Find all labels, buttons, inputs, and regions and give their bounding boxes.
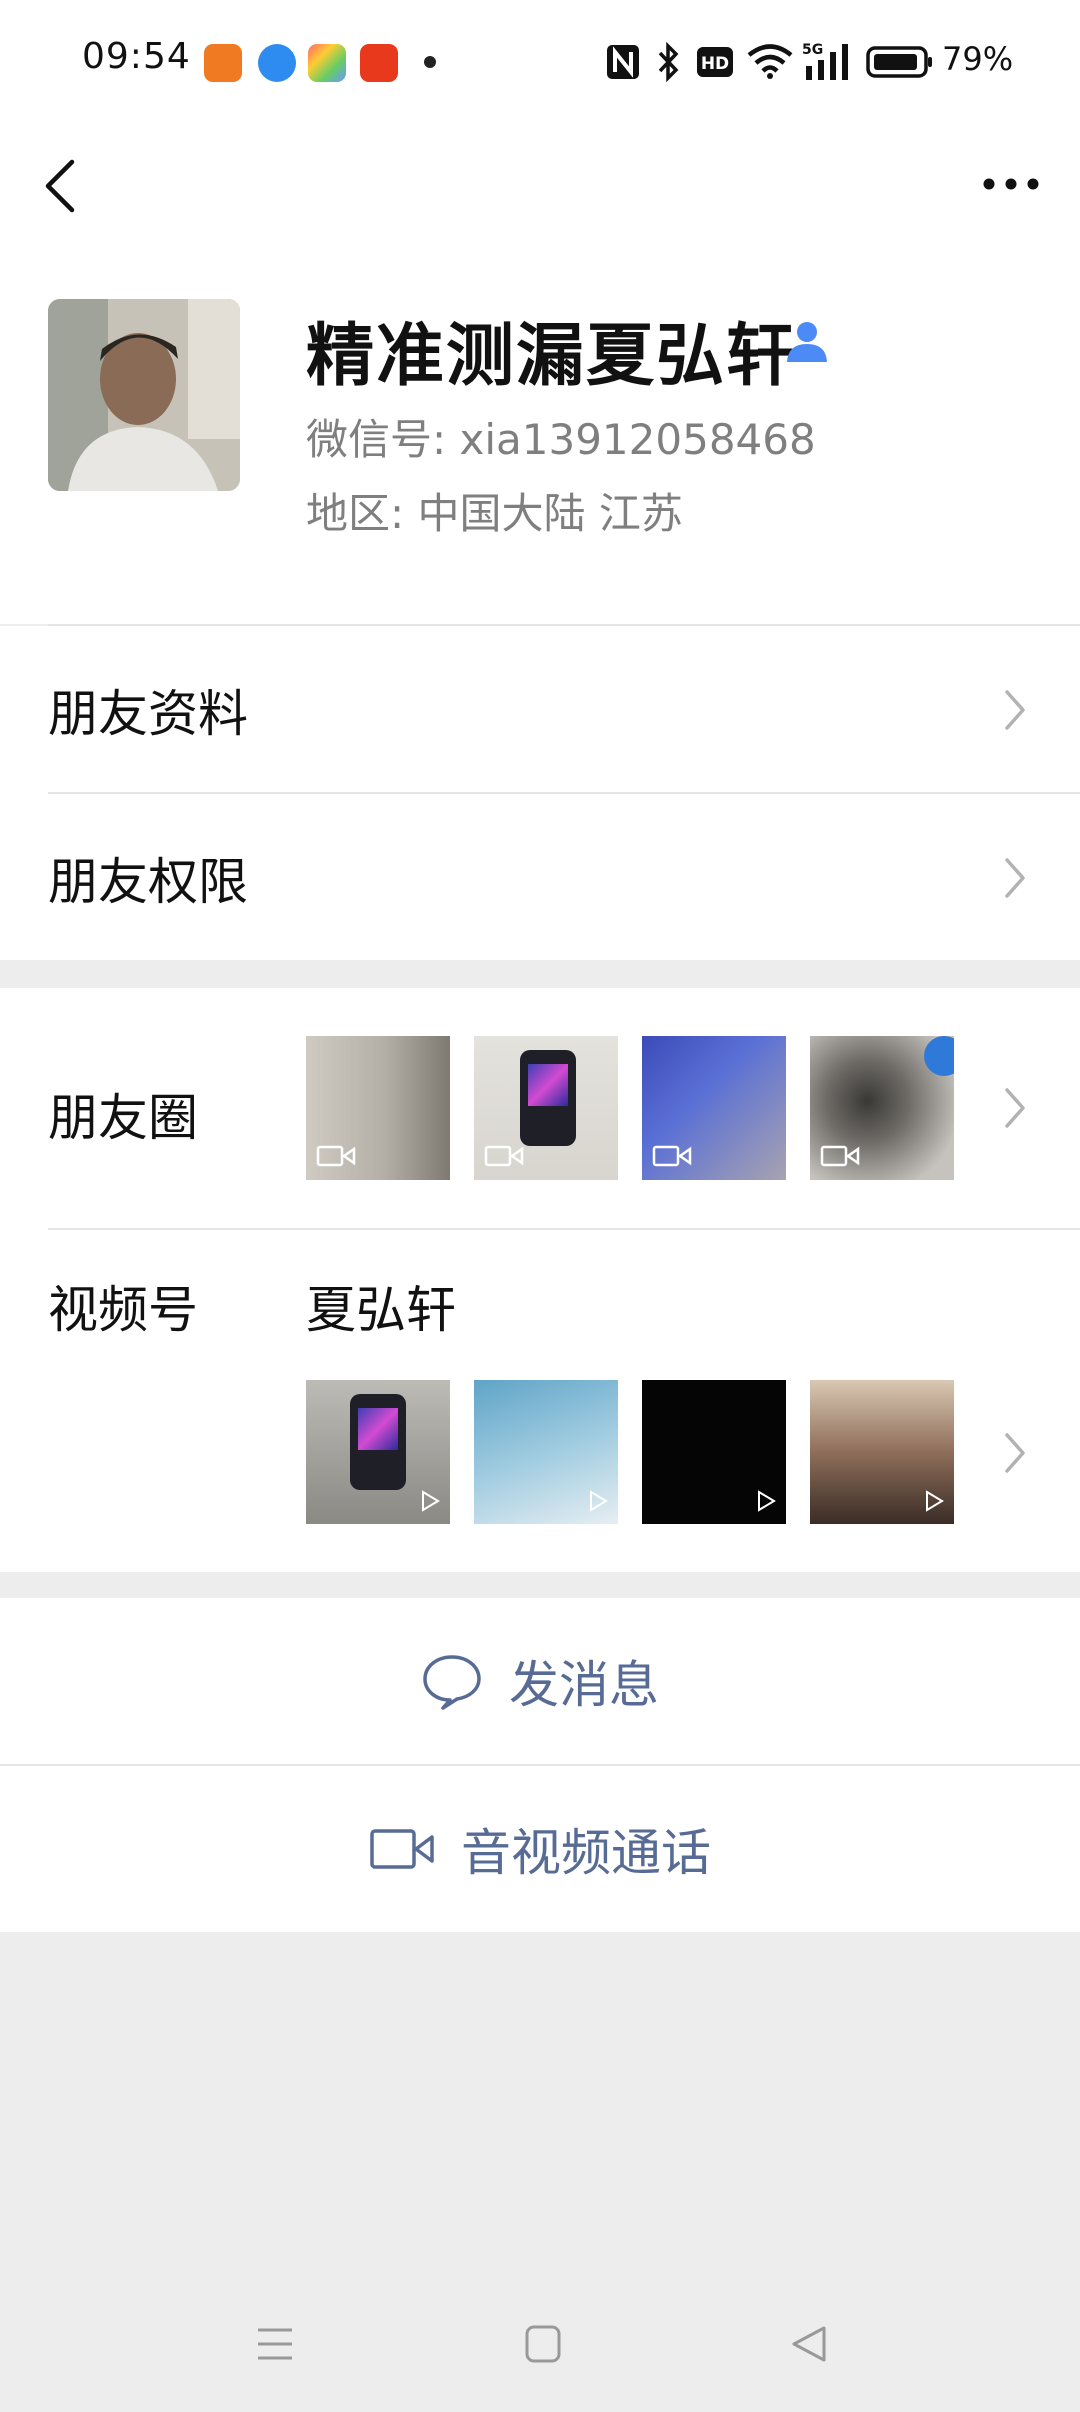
svg-text:5G: 5G [802, 42, 823, 58]
avatar[interactable] [48, 299, 240, 491]
friend-settings-group: 朋友资料 朋友权限 [0, 626, 1080, 960]
moments-thumbnail [306, 1036, 450, 1180]
video-icon [484, 1145, 524, 1167]
channels-label: 视频号 [48, 1281, 198, 1339]
more-options-button[interactable] [976, 164, 1046, 204]
signal-icon: 5G [802, 42, 848, 80]
nfc-icon [607, 45, 639, 79]
video-icon [316, 1145, 356, 1167]
chevron-right-icon [1005, 1433, 1025, 1473]
video-camera-icon [370, 1829, 434, 1869]
channels-row[interactable]: 视频号 夏弘轩 [0, 1230, 1080, 1572]
bluetooth-icon [658, 42, 679, 82]
channels-thumbnail [474, 1380, 618, 1524]
home-icon[interactable] [524, 2324, 562, 2364]
channels-thumbnail [306, 1380, 450, 1524]
region: 地区: 中国大陆 江苏 [306, 489, 683, 538]
more-dots-icon [983, 178, 1039, 190]
video-call-button[interactable]: 音视频通话 [0, 1766, 1080, 1932]
wifi-icon [747, 44, 793, 79]
navigation-bar [0, 124, 1080, 244]
channels-thumbnails [306, 1380, 954, 1524]
battery-percentage: 79% [942, 40, 1014, 78]
contact-profile-page: 09:54 HD 5G 79% 精准测漏夏弘轩 微信号: xia13912058… [0, 0, 1080, 2412]
battery-icon [866, 46, 932, 78]
back-button[interactable] [34, 150, 94, 218]
wechat-id: 微信号: xia13912058468 [306, 415, 816, 464]
avatar-photo [48, 299, 240, 491]
app-notification-icon-4 [360, 44, 398, 82]
app-notification-icon-3 [308, 44, 346, 82]
moments-thumbnail [810, 1036, 954, 1180]
app-notification-icon-1 [204, 44, 242, 82]
moments-thumbnails [306, 1036, 954, 1180]
profile-header: 精准测漏夏弘轩 微信号: xia13912058468 地区: 中国大陆 江苏 [0, 244, 1080, 626]
system-navigation-bar [0, 2310, 1080, 2380]
video-call-label: 音视频通话 [461, 1824, 711, 1882]
hd-icon: HD [697, 47, 733, 77]
send-message-button[interactable]: 发消息 [0, 1598, 1080, 1764]
channels-name: 夏弘轩 [306, 1281, 456, 1339]
moments-thumbnail [474, 1036, 618, 1180]
friend-permissions-label: 朋友权限 [48, 853, 248, 911]
chat-bubble-icon [423, 1655, 481, 1710]
friend-profile-row[interactable]: 朋友资料 [0, 626, 1080, 794]
svg-text:HD: HD [701, 54, 729, 74]
friend-profile-label: 朋友资料 [48, 685, 248, 743]
more-notifications-dot [424, 56, 436, 68]
status-bar: 09:54 HD 5G 79% [0, 0, 1080, 124]
play-icon [758, 1490, 776, 1512]
app-notification-icon-2 [258, 44, 296, 82]
channels-thumbnail [642, 1380, 786, 1524]
channels-thumbnail [810, 1380, 954, 1524]
friend-permissions-row[interactable]: 朋友权限 [0, 794, 1080, 962]
person-icon [787, 322, 827, 362]
play-icon [590, 1490, 608, 1512]
contact-name: 精准测漏夏弘轩 [306, 317, 797, 396]
chevron-right-icon [1005, 690, 1025, 730]
send-message-label: 发消息 [509, 1656, 659, 1714]
moments-label: 朋友圈 [48, 1089, 198, 1147]
video-icon [820, 1145, 860, 1167]
moments-channels-group: 朋友圈 视频号 夏弘轩 [0, 988, 1080, 1572]
moments-thumbnail [642, 1036, 786, 1180]
play-icon [422, 1490, 440, 1512]
moments-row[interactable]: 朋友圈 [0, 988, 1080, 1228]
chevron-right-icon [1005, 1088, 1025, 1128]
video-icon [652, 1145, 692, 1167]
menu-icon[interactable] [256, 2324, 294, 2364]
chevron-right-icon [1005, 858, 1025, 898]
back-triangle-icon[interactable] [788, 2324, 828, 2364]
chevron-left-icon [45, 159, 75, 213]
play-icon [926, 1490, 944, 1512]
status-time: 09:54 [82, 36, 191, 77]
